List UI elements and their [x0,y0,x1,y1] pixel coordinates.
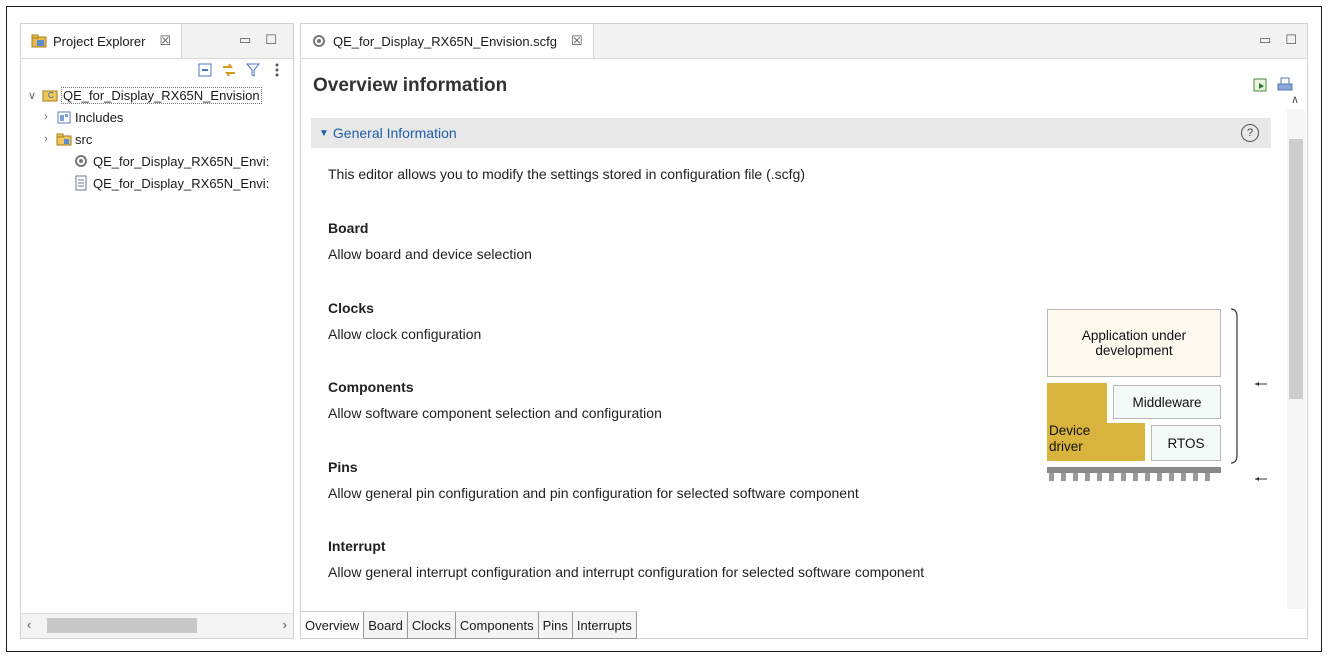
tree-item-label: src [75,131,93,147]
tab-board[interactable]: Board [364,612,408,639]
project-explorer-tabbar: Project Explorer ☒ ▭ ☐ [21,24,293,59]
link-with-editor-icon[interactable] [221,62,237,78]
section-header-general-information[interactable]: ▼ General Information ? [311,118,1271,148]
chevron-right-icon[interactable]: › [39,111,53,123]
vertical-scrollbar[interactable]: ∧ ∨ [1287,94,1305,611]
tree-item-label: QE_for_Display_RX65N_Envision [61,86,262,104]
tree-item-label: Includes [75,109,124,125]
tree-item-scfg[interactable]: QE_for_Display_RX65N_Envi: [21,150,293,172]
software-stack-diagram: Application under development Device dri… [1043,307,1283,487]
project-explorer-toolbar [197,62,285,78]
bracket [1230,308,1238,464]
section-heading-components[interactable]: Components [328,379,414,395]
minimize-icon[interactable]: ▭ [239,32,251,48]
chevron-down-icon[interactable]: ▼ [319,128,329,139]
filter-icon[interactable] [245,62,261,78]
tab-project-explorer[interactable]: Project Explorer ☒ [21,24,183,58]
minimize-icon[interactable]: ▭ [1259,32,1271,48]
chevron-right-icon[interactable]: › [39,133,53,145]
scroll-right-icon[interactable]: › [283,617,287,632]
section-desc-board: Allow board and device selection [328,246,532,262]
settings-file-icon [73,153,89,169]
intro-text: This editor allows you to modify the set… [328,166,805,182]
project-explorer-window-controls: ▭ ☐ [239,32,277,48]
tree-item-label: QE_for_Display_RX65N_Envi: [93,175,270,191]
tab-overview[interactable]: Overview [301,612,365,638]
section-desc-pins: Allow general pin configuration and pin … [328,485,859,501]
section-title: General Information [332,125,457,141]
close-icon[interactable]: ☒ [159,33,171,49]
generate-code-icon[interactable] [1253,77,1269,93]
tab-pins[interactable]: Pins [538,612,573,639]
section-desc-components: Allow software component selection and c… [328,405,662,421]
view-menu-icon[interactable] [269,62,285,78]
scroll-down-icon[interactable]: ∨ [1291,610,1299,611]
text-file-icon [73,175,89,191]
editor-tab-label: QE_for_Display_RX65N_Envision.scfg [333,33,557,49]
tab-interrupts[interactable]: Interrupts [572,612,637,639]
help-icon[interactable]: ? [1241,124,1259,142]
tab-clocks[interactable]: Clocks [407,612,456,639]
page-title: Overview information [313,75,508,96]
c-project-icon: C [42,87,58,103]
collapse-all-icon[interactable] [197,62,213,78]
scroll-left-icon[interactable]: ‹ [27,617,31,632]
tree-item-project[interactable]: ∨ C QE_for_Display_RX65N_Envision [21,84,293,106]
editor-panel: QE_for_Display_RX65N_Envision.scfg ☒ ▭ ☐… [300,23,1308,639]
hardware-bar [1047,467,1221,473]
settings-file-icon [311,33,327,49]
includes-icon [56,109,72,125]
tab-scfg-editor[interactable]: QE_for_Display_RX65N_Envision.scfg ☒ [301,24,594,58]
chip-pins [1049,473,1210,481]
close-icon[interactable]: ☒ [571,33,583,49]
tree-item-file[interactable]: QE_for_Display_RX65N_Envi: [21,172,293,194]
project-tree: ∨ C QE_for_Display_RX65N_Envision › Incl… [21,84,293,194]
section-desc-clocks: Allow clock configuration [328,326,482,342]
tree-item-label: QE_for_Display_RX65N_Envi: [93,153,270,169]
project-explorer-panel: Project Explorer ☒ ▭ ☐ ∨ C QE_for_Displa… [20,23,294,639]
tab-components[interactable]: Components [455,612,539,639]
print-report-icon[interactable] [1277,77,1293,93]
arrow-head [1255,477,1259,481]
arrow-head [1255,382,1259,386]
project-explorer-tab-label: Project Explorer [53,33,146,49]
horizontal-scrollbar[interactable]: ‹ › [21,613,293,638]
section-heading-clocks[interactable]: Clocks [328,300,374,316]
scroll-up-icon[interactable]: ∧ [1291,93,1299,106]
editor-content: Overview information ▼ General Informati… [301,59,1307,611]
svg-text:C: C [48,91,54,100]
scroll-thumb[interactable] [1289,139,1303,399]
chevron-down-icon[interactable]: ∨ [25,89,39,102]
source-folder-icon [56,131,72,147]
editor-toolbar [1253,77,1293,93]
section-heading-interrupt[interactable]: Interrupt [328,538,386,554]
editor-window-controls: ▭ ☐ [1259,32,1297,48]
tree-item-src[interactable]: › src [21,128,293,150]
diagram-decoration [1047,308,1267,481]
section-desc-interrupt: Allow general interrupt configuration an… [328,564,925,580]
tree-item-includes[interactable]: › Includes [21,106,293,128]
scroll-thumb[interactable] [47,618,197,633]
maximize-icon[interactable]: ☐ [1285,32,1297,48]
maximize-icon[interactable]: ☐ [265,32,277,48]
section-heading-board[interactable]: Board [328,220,368,236]
editor-tabbar: QE_for_Display_RX65N_Envision.scfg ☒ ▭ ☐ [301,24,1307,59]
project-explorer-icon [31,33,47,49]
bottom-tabbar: Overview Board Clocks Components Pins In… [301,611,637,639]
section-heading-pins[interactable]: Pins [328,459,358,475]
